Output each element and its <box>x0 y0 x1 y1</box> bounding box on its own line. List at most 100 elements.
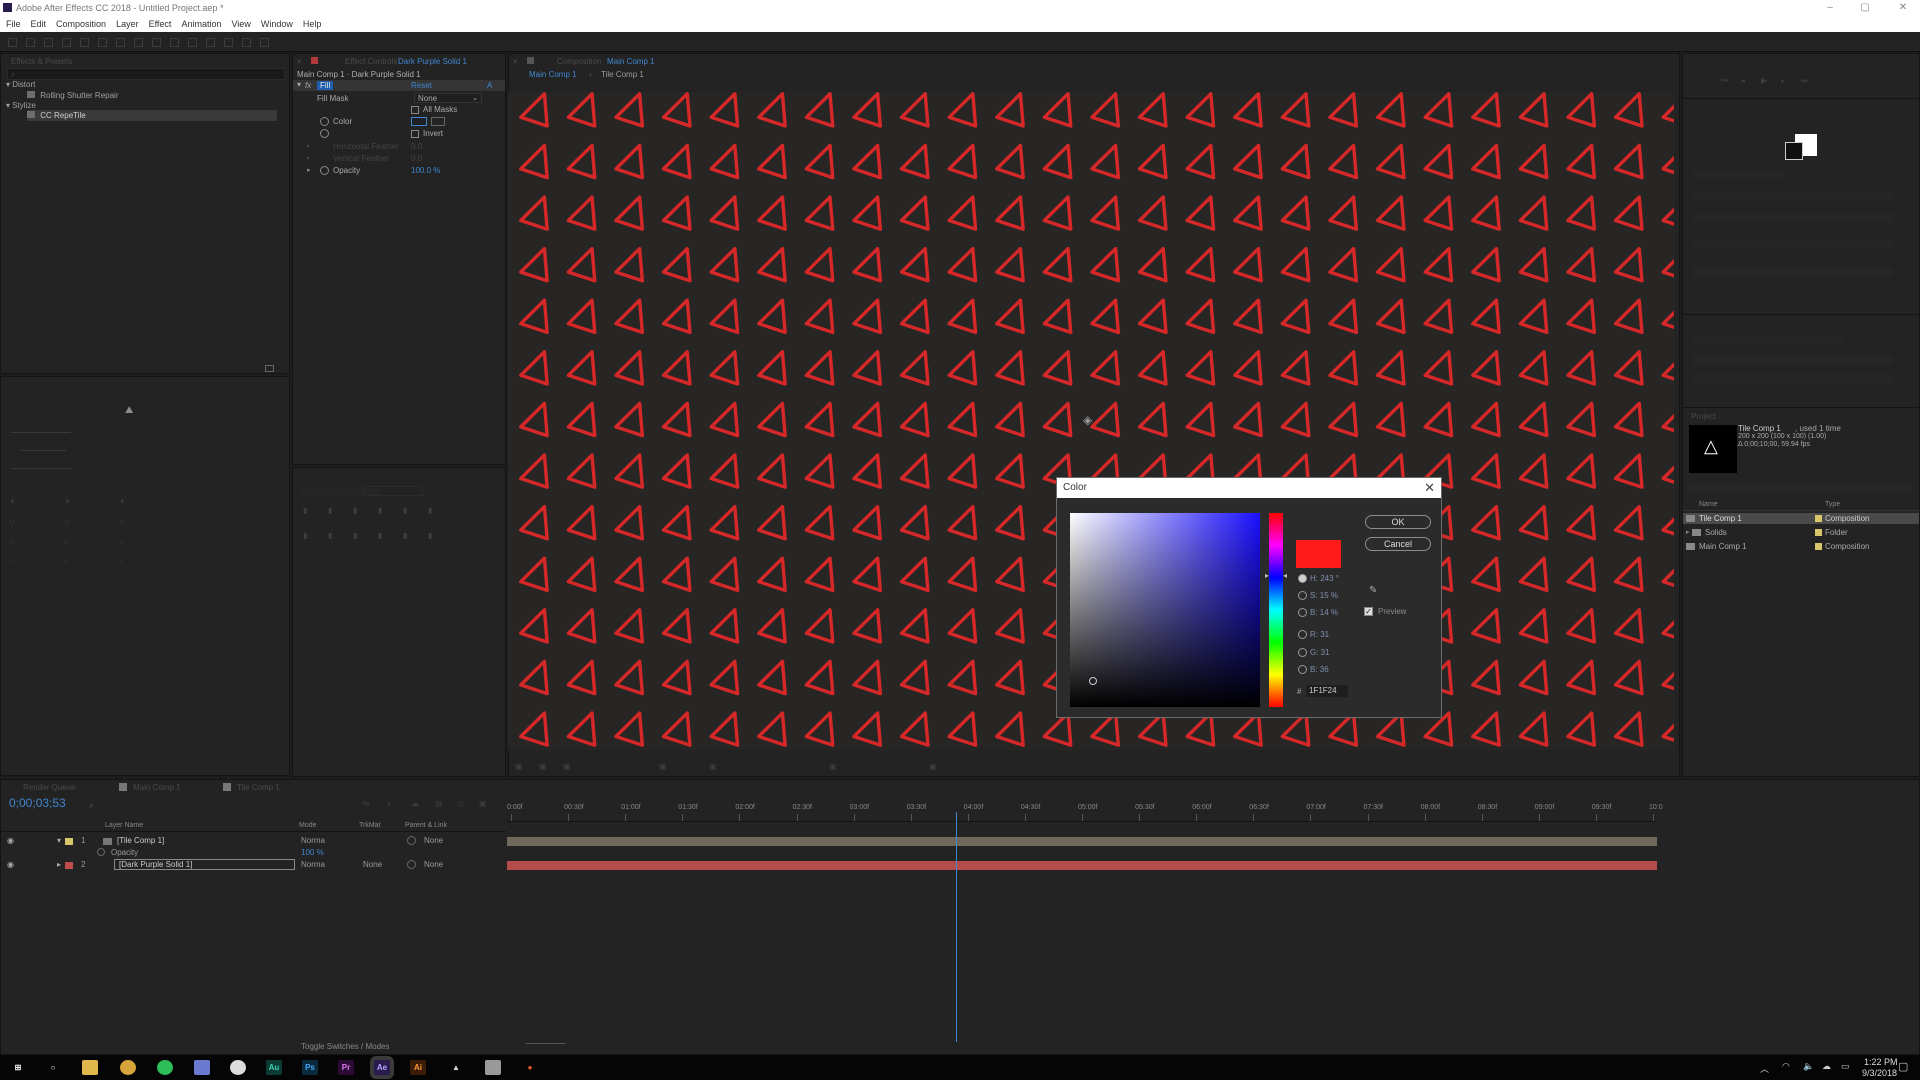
chrome-icon[interactable] <box>120 1060 136 1075</box>
blue-value[interactable]: B: 36 <box>1310 665 1329 674</box>
brush-tool-icon[interactable] <box>188 38 197 47</box>
view-icon[interactable]: ▣ <box>929 762 937 771</box>
slider-track[interactable] <box>11 432 71 433</box>
alignment-buttons[interactable] <box>1693 336 1843 345</box>
time-graph[interactable]: 0:00f 00:30f 01:00f 01:30f 02:00f 02:30f 03:00… <box>507 780 1663 1042</box>
leading-row[interactable] <box>1693 213 1893 222</box>
new-bin-icon[interactable] <box>265 365 274 372</box>
distribute-icon[interactable]: ▮ <box>328 531 332 540</box>
clone-tool-icon[interactable] <box>206 38 215 47</box>
effects-search-input[interactable]: ⌕ <box>7 68 285 80</box>
disclosure-triangle-icon[interactable]: ▾ <box>6 101 10 110</box>
cancel-button[interactable]: Cancel <box>1365 537 1431 551</box>
composition-tab-label[interactable]: Composition <box>557 57 601 66</box>
stopwatch-icon[interactable] <box>320 117 329 126</box>
disclosure-triangle-icon[interactable]: ▸ <box>307 142 311 150</box>
column-layer-name[interactable]: Layer Name <box>105 822 143 829</box>
close-tab-icon[interactable]: × <box>297 57 302 66</box>
eyedropper-icon[interactable]: ✎ <box>1369 585 1377 596</box>
breadcrumb-tile-comp[interactable]: Tile Comp 1 <box>601 70 644 79</box>
column-trkmat[interactable]: TrkMat <box>359 822 381 829</box>
menu-file[interactable]: File <box>6 19 21 29</box>
tile-comp-tab[interactable]: Tile Comp 1 <box>237 783 280 792</box>
render-queue-tab[interactable]: Render Queue <box>23 783 75 792</box>
app-icon[interactable]: ▲ <box>448 1060 464 1075</box>
photoshop-icon[interactable]: Ps <box>302 1060 318 1075</box>
audition-icon[interactable]: Au <box>266 1060 282 1075</box>
zoom-tool-icon[interactable] <box>62 38 71 47</box>
about-link[interactable]: A <box>487 81 492 90</box>
roto-brush-tool-icon[interactable] <box>242 38 251 47</box>
distribute-icon[interactable]: ▮ <box>428 531 432 540</box>
disclosure-triangle-icon[interactable]: ▾ <box>57 836 61 845</box>
saturation-radio[interactable] <box>1298 591 1307 600</box>
disclosure-triangle-icon[interactable]: ▸ <box>57 860 61 869</box>
project-tab[interactable]: Project <box>1691 412 1716 421</box>
menu-effect[interactable]: Effect <box>149 19 172 29</box>
trkmat-select[interactable]: None <box>363 860 382 869</box>
pick-whip-icon[interactable] <box>407 860 416 869</box>
steam-icon[interactable] <box>230 1060 246 1075</box>
pen-tool-icon[interactable] <box>152 38 161 47</box>
prev-frame-icon[interactable]: ◂ <box>1741 76 1745 85</box>
lock-icon[interactable] <box>527 57 534 64</box>
close-icon[interactable]: ✕ <box>1424 478 1435 498</box>
current-timecode[interactable]: 0;00;03;53 <box>9 796 66 810</box>
preview-checkbox[interactable]: ✓ <box>1364 607 1373 616</box>
menu-layer[interactable]: Layer <box>116 19 139 29</box>
mode-select[interactable]: Norma <box>301 836 325 845</box>
menu-window[interactable]: Window <box>261 19 293 29</box>
app-icon[interactable]: ● <box>522 1060 538 1075</box>
hue-slider[interactable] <box>1269 513 1283 707</box>
effects-presets-tab[interactable]: Effects & Presets <box>11 57 72 66</box>
brightness-radio[interactable] <box>1298 608 1307 617</box>
slider-track[interactable] <box>11 468 71 469</box>
graph-editor-icon[interactable]: ▣ <box>479 799 487 808</box>
discord-icon[interactable] <box>194 1060 210 1075</box>
slider-track[interactable] <box>21 450 66 451</box>
resolution-icon[interactable]: ▣ <box>829 762 837 771</box>
green-value[interactable]: G: 31 <box>1310 648 1330 657</box>
motion-blur-icon[interactable]: ◎ <box>457 799 464 808</box>
selection-tool-icon[interactable] <box>26 38 35 47</box>
align-center-icon[interactable]: ▮ <box>328 506 332 515</box>
layer-row-1[interactable]: ◉ ▾ 1 [Tile Comp 1] Norma None <box>1 836 506 848</box>
tool-icon[interactable]: ▫ <box>119 557 122 566</box>
tree-item-distort[interactable]: ▾ Distort <box>6 80 35 89</box>
color-field-cursor[interactable] <box>1089 677 1097 685</box>
eye-icon[interactable]: ◉ <box>7 836 14 845</box>
tool-icon[interactable]: ○ <box>9 537 14 546</box>
distribute-icon[interactable]: ▮ <box>403 531 407 540</box>
lock-icon[interactable] <box>311 57 318 64</box>
last-frame-icon[interactable]: ⏭ <box>1801 76 1808 86</box>
color-swatch[interactable] <box>411 117 427 126</box>
illustrator-icon[interactable]: Ai <box>410 1060 426 1075</box>
magnification-icon[interactable]: ▣ <box>515 762 523 771</box>
scale-row[interactable] <box>1693 240 1893 249</box>
tree-item-stylize[interactable]: ▾ Stylize <box>6 101 36 110</box>
cortana-icon[interactable]: ○ <box>45 1060 61 1075</box>
stopwatch-icon[interactable] <box>320 129 329 138</box>
minimize-button[interactable]: – <box>1815 0 1845 16</box>
distribute-icon[interactable]: ▮ <box>353 531 357 540</box>
effect-controls-tab[interactable]: Effect Controls <box>345 57 397 66</box>
project-search-input[interactable] <box>1689 483 1913 492</box>
shy-icon[interactable]: ☁ <box>411 799 419 808</box>
comp-flowchart-icon[interactable]: ⇆ <box>363 799 370 808</box>
disclosure-triangle-icon[interactable]: ▸ <box>307 166 311 174</box>
main-comp-tab[interactable]: Main Comp 1 <box>133 783 181 792</box>
notification-icon[interactable]: ▢ <box>1898 1060 1908 1073</box>
font-select[interactable] <box>1693 170 1783 179</box>
spacing-row[interactable] <box>1693 374 1893 383</box>
close-tab-icon[interactable]: × <box>513 57 518 66</box>
tool-icon[interactable]: ○ <box>64 537 69 546</box>
label-color-swatch[interactable] <box>65 838 73 845</box>
layer-name[interactable]: [Tile Comp 1] <box>117 836 164 845</box>
tree-item-rolling-shutter-repair[interactable]: Rolling Shutter Repair <box>27 91 119 100</box>
eraser-tool-icon[interactable] <box>224 38 233 47</box>
app-icon[interactable] <box>485 1060 501 1075</box>
play-icon[interactable]: ▶ <box>1761 76 1767 85</box>
label-color-swatch[interactable] <box>1815 515 1822 522</box>
label-color-swatch[interactable] <box>1815 529 1822 536</box>
project-item[interactable]: Main Comp 1 Composition <box>1683 541 1919 552</box>
